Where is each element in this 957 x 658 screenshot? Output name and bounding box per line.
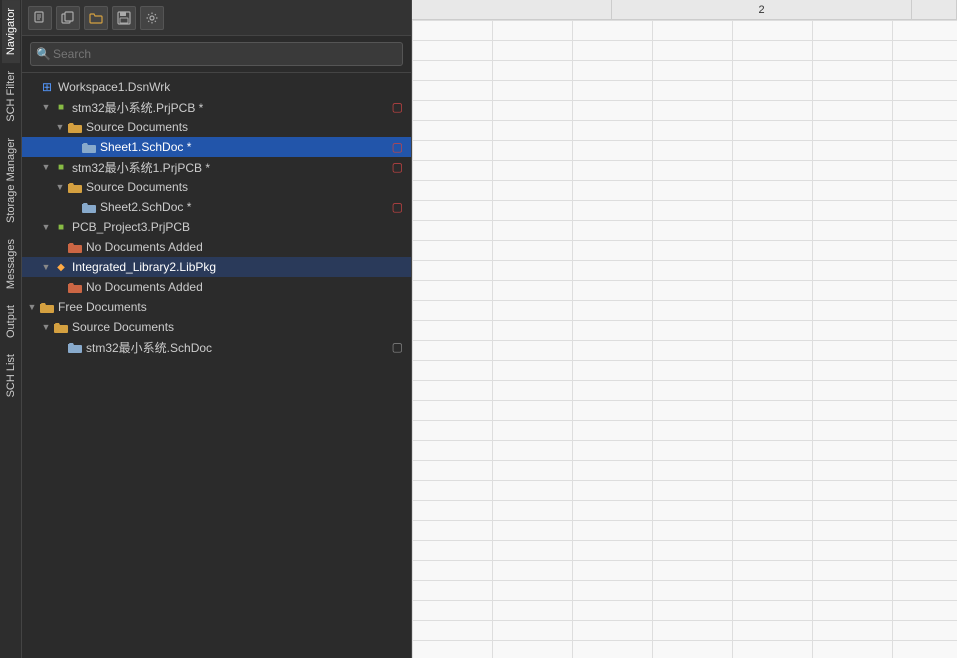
libpkg-nodocs-icon xyxy=(68,281,82,293)
libpkg-label: Integrated_Library2.LibPkg xyxy=(72,260,407,274)
tree-libpkg-nodocs[interactable]: No Documents Added xyxy=(22,277,411,297)
freedocs-src-label: Source Documents xyxy=(72,320,407,334)
arrow-proj1 xyxy=(40,101,52,113)
sheet1-icon xyxy=(82,141,96,153)
proj1-label: stm32最小系统.PrjPCB * xyxy=(72,99,392,116)
proj2-modified-icon: ▢ xyxy=(392,160,407,174)
proj1-icon xyxy=(54,100,68,114)
header-col2: 2 xyxy=(612,0,912,19)
toolbar-new-btn[interactable] xyxy=(28,6,52,30)
tree-sheet1[interactable]: Sheet1.SchDoc * ▢ xyxy=(22,137,411,157)
project-tree: Workspace1.DsnWrk stm32最小系统.PrjPCB * ▢ S… xyxy=(22,73,411,658)
sheet1-label: Sheet1.SchDoc * xyxy=(100,140,392,154)
proj2-label: stm32最小系统1.PrjPCB * xyxy=(72,159,392,176)
arrow-proj2-src xyxy=(54,181,66,193)
workspace-icon xyxy=(40,80,54,94)
main-content: 2 xyxy=(412,0,957,658)
arrow-libpkg xyxy=(40,261,52,273)
arrow-freedocs xyxy=(26,301,38,313)
tree-freedocs[interactable]: Free Documents xyxy=(22,297,411,317)
proj1-src-label: Source Documents xyxy=(86,120,407,134)
proj1-modified-icon: ▢ xyxy=(392,100,407,114)
toolbar-copy-btn[interactable] xyxy=(56,6,80,30)
freedocs-stm32-modified-icon: ▢ xyxy=(392,340,407,354)
proj3-icon xyxy=(54,220,68,234)
vtab-output[interactable]: Output xyxy=(2,297,20,346)
tree-freedocs-src[interactable]: Source Documents xyxy=(22,317,411,337)
arrow-proj3 xyxy=(40,221,52,233)
freedocs-src-icon xyxy=(54,321,68,333)
content-header: 2 xyxy=(412,0,957,20)
grid-lines xyxy=(412,20,957,658)
freedocs-stm32-label: stm32最小系统.SchDoc xyxy=(86,339,392,356)
tree-proj3[interactable]: PCB_Project3.PrjPCB xyxy=(22,217,411,237)
proj1-src-icon xyxy=(68,121,82,133)
left-vtab-bar: Navigator SCH Filter Storage Manager Mes… xyxy=(0,0,22,658)
freedocs-label: Free Documents xyxy=(58,300,407,314)
toolbar-save-btn[interactable] xyxy=(112,6,136,30)
sheet2-label: Sheet2.SchDoc * xyxy=(100,200,392,214)
freedocs-icon xyxy=(40,301,54,313)
arrow-proj2 xyxy=(40,161,52,173)
vtab-storage-manager[interactable]: Storage Manager xyxy=(2,130,20,231)
tree-sheet2[interactable]: Sheet2.SchDoc * ▢ xyxy=(22,197,411,217)
tree-workspace[interactable]: Workspace1.DsnWrk xyxy=(22,77,411,97)
workspace-label: Workspace1.DsnWrk xyxy=(58,80,407,94)
proj2-src-label: Source Documents xyxy=(86,180,407,194)
proj3-nodocs-icon xyxy=(68,241,82,253)
toolbar-settings-btn[interactable] xyxy=(140,6,164,30)
libpkg-icon xyxy=(54,260,68,274)
sheet1-modified-icon: ▢ xyxy=(392,140,407,154)
tree-proj3-nodocs[interactable]: No Documents Added xyxy=(22,237,411,257)
tree-proj1[interactable]: stm32最小系统.PrjPCB * ▢ xyxy=(22,97,411,117)
tree-freedocs-stm32[interactable]: stm32最小系统.SchDoc ▢ xyxy=(22,337,411,357)
panel-toolbar xyxy=(22,0,411,36)
tree-proj2[interactable]: stm32最小系统1.PrjPCB * ▢ xyxy=(22,157,411,177)
tree-libpkg[interactable]: Integrated_Library2.LibPkg xyxy=(22,257,411,277)
tree-proj1-src[interactable]: Source Documents xyxy=(22,117,411,137)
search-bar: 🔍 xyxy=(22,36,411,73)
proj2-icon xyxy=(54,160,68,174)
sheet2-icon xyxy=(82,201,96,213)
sheet2-modified-icon: ▢ xyxy=(392,200,407,214)
search-icon: 🔍 xyxy=(36,47,51,61)
tree-proj2-src[interactable]: Source Documents xyxy=(22,177,411,197)
project-panel: 🔍 Workspace1.DsnWrk stm32最小系统.PrjPCB * ▢… xyxy=(22,0,412,658)
header-col1 xyxy=(412,0,612,19)
grid-area xyxy=(412,20,957,658)
vtab-sch-filter[interactable]: SCH Filter xyxy=(2,63,20,130)
freedocs-stm32-icon xyxy=(68,341,82,353)
header-col3 xyxy=(912,0,957,19)
arrow-freedocs-src xyxy=(40,321,52,333)
vtab-messages[interactable]: Messages xyxy=(2,231,20,297)
proj3-nodocs-label: No Documents Added xyxy=(86,240,407,254)
arrow-proj1-src xyxy=(54,121,66,133)
libpkg-nodocs-label: No Documents Added xyxy=(86,280,407,294)
proj2-src-icon xyxy=(68,181,82,193)
proj3-label: PCB_Project3.PrjPCB xyxy=(72,220,407,234)
vtab-navigator[interactable]: Navigator xyxy=(2,0,20,63)
search-input[interactable] xyxy=(30,42,403,66)
toolbar-open-btn[interactable] xyxy=(84,6,108,30)
vtab-sch-list[interactable]: SCH List xyxy=(2,346,20,405)
